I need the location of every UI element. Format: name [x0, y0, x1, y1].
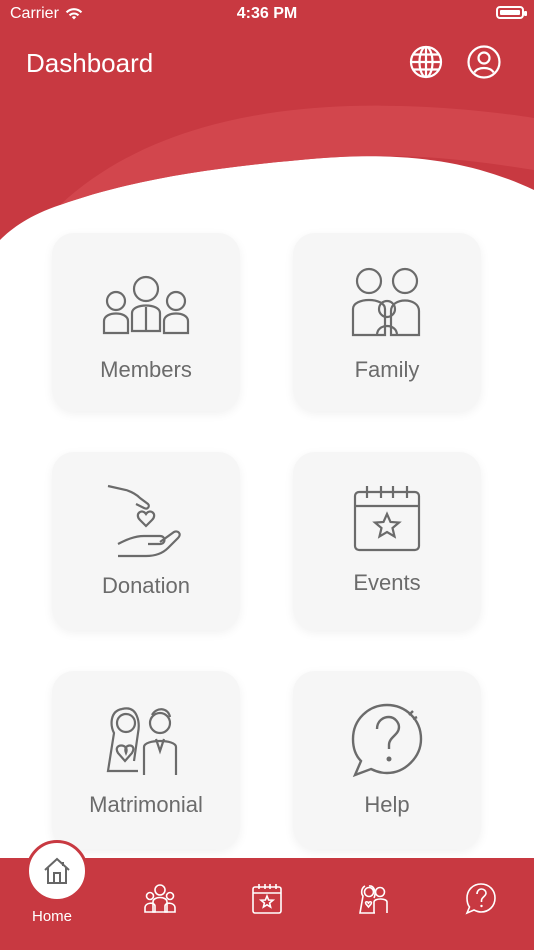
- nav-members-icon[interactable]: [143, 882, 177, 916]
- status-time: 4:36 PM: [236, 5, 298, 22]
- profile-icon[interactable]: [466, 44, 502, 80]
- status-bar: Carrier 4:36 PM: [0, 0, 534, 28]
- question-bubble-icon: [351, 703, 423, 778]
- nav-help-icon[interactable]: [464, 882, 498, 916]
- nav-couple-icon[interactable]: [357, 882, 391, 916]
- nav-home-label: Home: [32, 908, 73, 925]
- page-title: Dashboard: [26, 48, 154, 78]
- tile-family[interactable]: Family: [293, 233, 481, 411]
- tile-members[interactable]: Members: [52, 233, 240, 411]
- globe-icon[interactable]: [408, 44, 444, 80]
- tile-help[interactable]: Help: [293, 671, 481, 849]
- tile-events-label: Events: [353, 570, 421, 595]
- tile-matrimonial-label: Matrimonial: [89, 792, 203, 817]
- tile-help-label: Help: [364, 792, 410, 817]
- family-icon: [351, 267, 421, 337]
- header-background: [0, 0, 534, 250]
- tile-members-label: Members: [100, 357, 192, 382]
- nav-home-button[interactable]: [26, 840, 88, 902]
- tile-donation-label: Donation: [101, 573, 191, 598]
- calendar-star-icon: [353, 486, 421, 552]
- couple-icon: [106, 707, 178, 775]
- tile-events[interactable]: Events: [293, 452, 481, 630]
- nav-calendar-icon[interactable]: [250, 882, 284, 916]
- donation-heart-hand-icon: [107, 484, 181, 558]
- home-icon: [44, 857, 70, 884]
- tile-donation[interactable]: Donation: [52, 452, 240, 630]
- tile-matrimonial[interactable]: Matrimonial: [52, 671, 240, 849]
- battery-icon: [496, 6, 527, 19]
- tile-family-label: Family: [354, 357, 420, 382]
- members-group-icon: [102, 275, 190, 335]
